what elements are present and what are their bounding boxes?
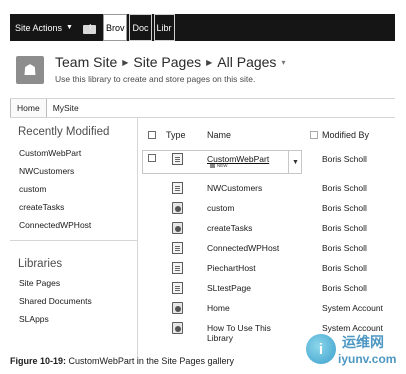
row-name-link[interactable]: PiechartHost — [207, 263, 256, 273]
figure-caption: Figure 10-19: CustomWebPart in the Site … — [10, 356, 234, 366]
page-icon — [172, 242, 183, 254]
recent-item[interactable]: createTasks — [19, 202, 64, 212]
watermark-circle-icon: i — [306, 334, 336, 364]
row-name-link[interactable]: SLtestPage — [207, 283, 251, 293]
row-checkbox[interactable] — [148, 154, 156, 162]
figure-text: CustomWebPart in the Site Pages gallery — [68, 356, 234, 366]
breadcrumb-team-site[interactable]: Team Site — [55, 54, 117, 70]
recent-item[interactable]: CustomWebPart — [19, 148, 81, 158]
breadcrumb-separator-icon: ▶ — [206, 57, 213, 67]
row-name-link[interactable]: custom — [207, 203, 234, 213]
watermark-logo: i 运维网 iyunv.com — [300, 330, 404, 370]
site-logo-icon[interactable]: ☗ — [16, 56, 44, 84]
row-modified-by[interactable]: Boris Scholl — [322, 243, 367, 253]
quick-launch: Recently Modified CustomWebPart NWCustom… — [10, 118, 138, 364]
nav-tab-mysite[interactable]: MySite — [47, 99, 85, 117]
watermark-en-text: iyunv.com — [338, 352, 397, 366]
row-modified-by[interactable]: Boris Scholl — [322, 283, 367, 293]
row-modified-by[interactable]: System Account — [322, 303, 383, 313]
library-item-slapps[interactable]: SLApps — [19, 314, 49, 324]
row-name-link[interactable]: ConnectedWPHost — [207, 243, 279, 253]
tab-documents[interactable]: Doc — [129, 14, 152, 41]
top-navigation: Home MySite — [10, 98, 395, 118]
tab-browse[interactable]: Brov — [102, 14, 128, 41]
new-badge: NEW — [210, 163, 228, 168]
item-menu-dropdown-icon[interactable]: ▼ — [288, 150, 302, 174]
breadcrumb-all-pages[interactable]: All Pages — [217, 54, 276, 70]
library-list: Type Name Modified By ▼ CustomWebPart NE… — [138, 118, 395, 343]
row-name-link[interactable]: createTasks — [207, 223, 252, 233]
library-item-site-pages[interactable]: Site Pages — [19, 278, 60, 288]
figure-number: Figure 10-19: — [10, 356, 67, 366]
webpart-page-icon — [172, 222, 183, 234]
row-modified-by[interactable]: Boris Scholl — [322, 223, 367, 233]
row-name-link[interactable]: Home — [207, 303, 230, 313]
nav-tab-home[interactable]: Home — [10, 99, 47, 117]
recent-item[interactable]: custom — [19, 184, 46, 194]
libraries-heading[interactable]: Libraries — [18, 258, 62, 270]
title-area: ☗ Team Site ▶ Site Pages ▶ All Pages ▾ U… — [10, 50, 395, 94]
row-name-link[interactable]: How To Use This Library — [207, 323, 287, 343]
recently-modified-heading: Recently Modified — [18, 126, 110, 138]
webpart-page-icon — [172, 202, 183, 214]
select-all-checkbox[interactable] — [148, 131, 156, 139]
divider — [10, 240, 138, 241]
chevron-down-icon: ▼ — [66, 24, 73, 31]
library-item-shared-documents[interactable]: Shared Documents — [19, 296, 92, 306]
row-modified-by[interactable]: Boris Scholl — [322, 183, 367, 193]
column-header-modified-by[interactable]: Modified By — [322, 130, 369, 140]
webpart-page-icon — [172, 302, 183, 314]
site-actions-menu[interactable]: Site Actions ▼ — [10, 14, 73, 41]
site-actions-label: Site Actions — [15, 22, 63, 33]
page-icon — [172, 153, 183, 165]
view-dropdown-icon[interactable]: ▾ — [281, 58, 285, 67]
breadcrumb-site-pages[interactable]: Site Pages — [133, 54, 201, 70]
tab-library[interactable]: Libr — [153, 14, 175, 41]
breadcrumb: Team Site ▶ Site Pages ▶ All Pages ▾ — [55, 54, 285, 70]
column-filter-checkbox[interactable] — [310, 131, 318, 139]
page-description: Use this library to create and store pag… — [55, 74, 256, 84]
navigate-up-icon[interactable]: ↑ — [82, 21, 97, 34]
row-modified-by[interactable]: Boris Scholl — [322, 154, 367, 164]
webpart-page-icon — [172, 322, 183, 334]
page-icon — [172, 262, 183, 274]
row-name-link[interactable]: NWCustomers — [207, 183, 262, 193]
row-modified-by[interactable]: Boris Scholl — [322, 263, 367, 273]
page-icon — [172, 182, 183, 194]
watermark-cn-text: 运维网 — [342, 334, 384, 350]
column-header-name[interactable]: Name — [207, 130, 231, 140]
breadcrumb-separator-icon: ▶ — [122, 57, 129, 67]
page-icon — [172, 282, 183, 294]
recent-item[interactable]: ConnectedWPHost — [19, 220, 91, 230]
ribbon-bar: Site Actions ▼ ↑ Brov Doc Libr — [10, 14, 395, 41]
recent-item[interactable]: NWCustomers — [19, 166, 74, 176]
column-header-type[interactable]: Type — [166, 130, 186, 140]
row-modified-by[interactable]: Boris Scholl — [322, 203, 367, 213]
